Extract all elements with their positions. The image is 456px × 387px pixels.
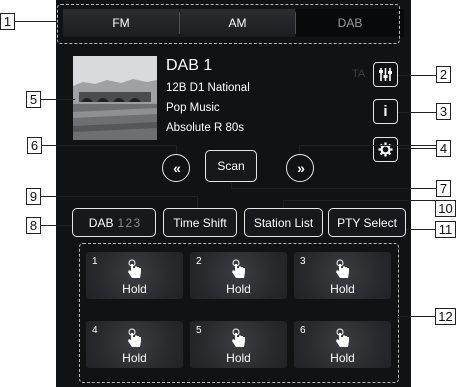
station-name: DAB 1 [166, 57, 213, 74]
leader-line [231, 188, 436, 189]
sound-settings-button[interactable] [373, 62, 398, 87]
bridge-image [73, 56, 157, 140]
preset-number: 2 [196, 256, 202, 267]
seek-forward-button[interactable]: » [286, 154, 314, 182]
preset-button-6[interactable]: 6 Hold [294, 321, 391, 368]
band-numbers: 1 2 3 [117, 215, 140, 230]
info-button[interactable]: i [373, 99, 398, 124]
callout-label-6: 6 [27, 137, 42, 154]
callout-label-8: 8 [26, 217, 41, 234]
preset-label: Hold [226, 351, 251, 365]
callout-label-10: 10 [435, 200, 456, 217]
leader-line [398, 75, 436, 76]
preset-number: 5 [196, 325, 202, 336]
equalizer-icon [379, 68, 392, 81]
leader-line [42, 145, 176, 146]
callout-label-9: 9 [26, 188, 41, 205]
hand-tap-icon [128, 328, 141, 347]
preset-label: Hold [330, 351, 355, 365]
preset-number: 4 [92, 325, 98, 336]
leader-line [41, 196, 197, 197]
hand-tap-icon [336, 328, 349, 347]
callout-label-2: 2 [436, 66, 451, 83]
leader-line [283, 200, 436, 201]
callout-label-1: 1 [0, 13, 15, 30]
leader-line [40, 99, 75, 100]
time-shift-button[interactable]: Time Shift [163, 208, 237, 237]
band-label: DAB [88, 215, 114, 230]
leader-line [283, 200, 284, 208]
programme-label: Absolute R 80s [166, 122, 244, 134]
preset-button-5[interactable]: 5 Hold [190, 321, 287, 368]
leader-line [398, 148, 436, 149]
preset-button-1[interactable]: 1 Hold [86, 252, 183, 299]
station-list-button[interactable]: Station List [244, 208, 323, 237]
pty-select-button[interactable]: PTY Select [328, 208, 406, 237]
preset-button-3[interactable]: 3 Hold [294, 252, 391, 299]
leader-line [397, 316, 436, 317]
callout-label-4: 4 [436, 140, 451, 157]
callout-label-11: 11 [435, 221, 456, 238]
info-icon: i [383, 103, 388, 120]
hand-tap-icon [232, 328, 245, 347]
leader-line [406, 229, 436, 230]
leader-line [197, 196, 198, 208]
preset-button-4[interactable]: 4 Hold [86, 321, 183, 368]
leader-line [299, 145, 436, 146]
leader-line [299, 145, 300, 154]
callout-label-3: 3 [436, 103, 451, 120]
ensemble-label: 12B D1 National [166, 82, 250, 94]
leader-line [398, 112, 436, 113]
seek-forward-icon: » [297, 160, 305, 176]
preset-label: Hold [122, 282, 147, 296]
callout-label-12: 12 [435, 308, 456, 325]
preset-label: Hold [226, 282, 251, 296]
ta-indicator: TA [352, 68, 366, 80]
band-select-button[interactable]: DAB 1 2 3 [72, 208, 156, 237]
leader-line [15, 21, 57, 22]
station-artwork [73, 56, 157, 140]
preset-label: Hold [330, 282, 355, 296]
genre-label: Pop Music [166, 102, 220, 114]
preset-number: 3 [300, 256, 306, 267]
scan-button[interactable]: Scan [205, 150, 257, 182]
hand-tap-icon [232, 259, 245, 278]
seek-back-icon: « [173, 160, 181, 176]
leader-line [176, 145, 177, 154]
callout-label-7: 7 [436, 180, 451, 197]
leader-line [40, 225, 72, 226]
settings-button[interactable] [373, 137, 398, 162]
callout-group-tabs [57, 4, 400, 44]
seek-back-button[interactable]: « [162, 154, 190, 182]
preset-number: 1 [92, 256, 98, 267]
hand-tap-icon [128, 259, 141, 278]
preset-label: Hold [122, 351, 147, 365]
preset-button-2[interactable]: 2 Hold [190, 252, 287, 299]
hand-tap-icon [336, 259, 349, 278]
preset-number: 6 [300, 325, 306, 336]
callout-label-5: 5 [26, 91, 41, 108]
